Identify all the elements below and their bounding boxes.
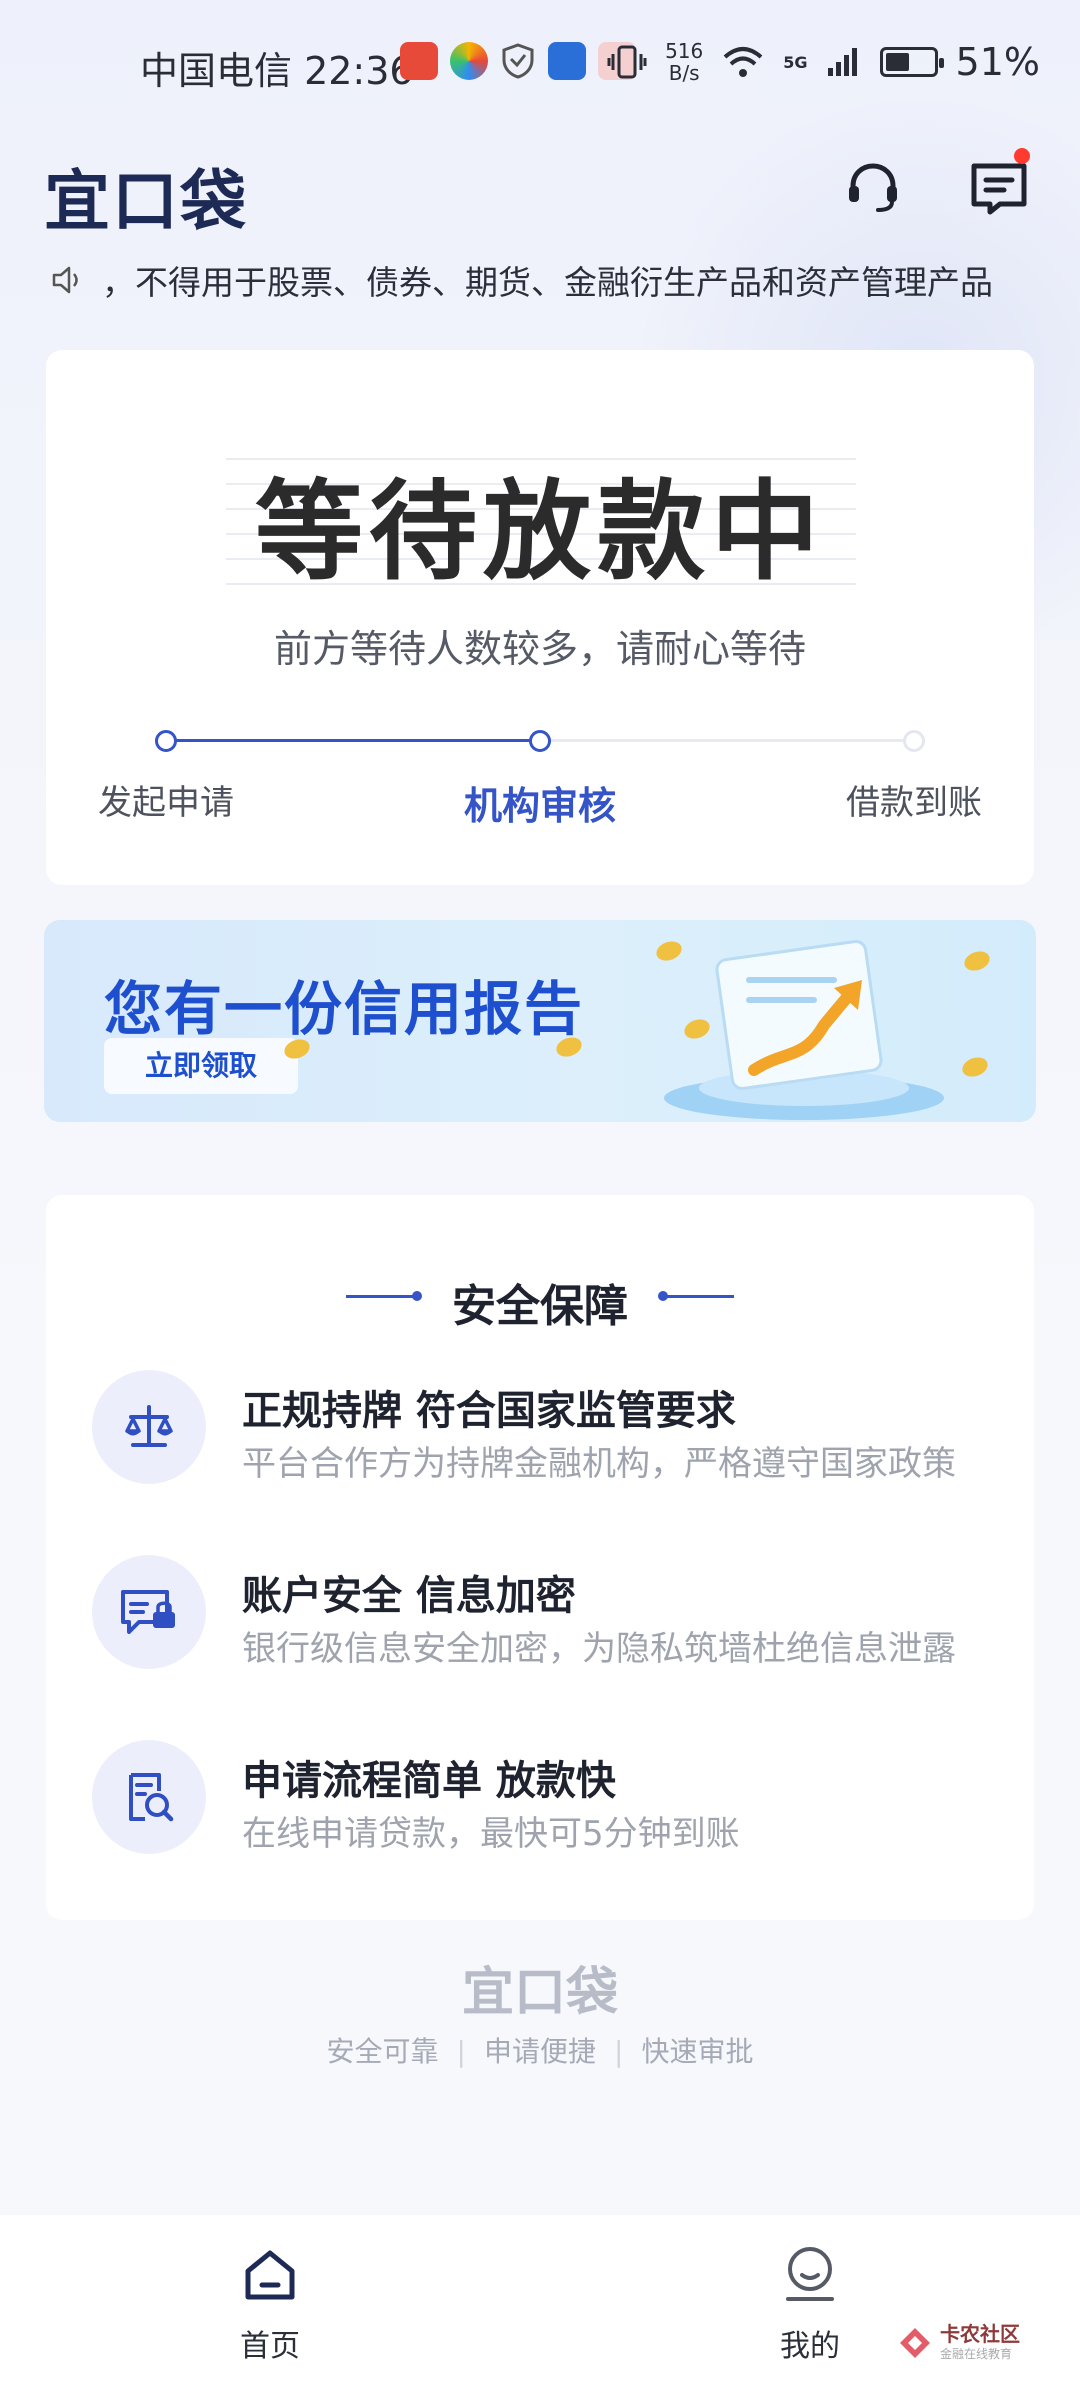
credit-report-banner[interactable]: 您有一份信用报告 立即领取 (44, 920, 1036, 1122)
claim-report-button[interactable]: 立即领取 (104, 1038, 298, 1094)
coin-decoration (959, 1054, 991, 1080)
document-search-icon (92, 1740, 206, 1854)
security-heading: 安全保障 (452, 1281, 628, 1332)
heading-line-right (664, 1295, 734, 1298)
app-notification-icon (548, 42, 586, 80)
security-item: 账户安全 信息加密 银行级信息安全加密，为隐私筑墙杜绝信息泄露 (92, 1555, 1012, 1675)
security-item-title: 申请流程简单 放款快 (242, 1758, 616, 1804)
step-label-apply: 发起申请 (98, 783, 234, 823)
progress-line-done (166, 739, 540, 742)
status-right: 516 B/s 5G 51% (607, 40, 1040, 84)
nav-home-label: 首页 (240, 2329, 300, 2364)
notification-icons (400, 42, 636, 80)
footer-tags: 安全可靠 | 申请便捷 | 快速审批 (0, 2030, 1080, 2070)
footer-logo: 宜口袋 (461, 1963, 618, 2023)
report-chart-illustration (664, 939, 944, 1120)
progress-steps: 发起申请 机构审核 借款到账 (46, 730, 1034, 850)
message-button[interactable] (964, 148, 1034, 222)
security-item: 正规持牌 符合国家监管要求 平台合作方为持牌金融机构，严格遵守国家政策 (92, 1370, 1012, 1490)
carrier-time: 中国电信 22:36 (140, 49, 414, 93)
notice-bar[interactable]: ，不得用于股票、债券、期货、金融衍生产品和资产管理产品 (50, 255, 1040, 305)
profile-icon (786, 2247, 834, 2301)
watermark-subtext: 金融在线教育 (940, 2347, 1013, 2361)
security-item-desc: 在线申请贷款，最快可5分钟到账 (242, 1814, 740, 1854)
page: 中国电信 22:36 516 B/s 5G 51% 宜口袋 ，不得用于股票、债券… (0, 0, 1080, 2400)
home-icon (245, 2250, 295, 2300)
footer-tag: 快速审批 (641, 2035, 754, 2068)
step-label-review: 机构审核 (463, 784, 616, 828)
nav-mine-label: 我的 (780, 2329, 840, 2364)
battery-percent: 51% (955, 40, 1040, 84)
battery-fill (885, 53, 909, 71)
security-item-title: 正规持牌 符合国家监管要求 (242, 1388, 736, 1434)
app-notification-icon (400, 42, 438, 80)
footer-tag: 安全可靠 (326, 2035, 439, 2068)
security-item: 申请流程简单 放款快 在线申请贷款，最快可5分钟到账 (92, 1740, 1012, 1860)
vibrate-icon (607, 45, 647, 79)
security-item-title: 账户安全 信息加密 (242, 1573, 576, 1619)
nav-home[interactable]: 首页 (190, 2245, 350, 2365)
status-title: 等待放款中 (254, 470, 825, 595)
shield-icon (502, 43, 534, 79)
customer-service-button[interactable] (838, 152, 908, 222)
loan-status-card: 等待放款中 前方等待人数较多，请耐心等待 发起申请 机构审核 借款到账 (46, 350, 1034, 885)
security-item-desc: 银行级信息安全加密，为隐私筑墙杜绝信息泄露 (242, 1629, 956, 1669)
app-logo: 宜口袋 (44, 163, 248, 240)
secure-message-icon (92, 1555, 206, 1669)
watermark-text: 卡农社区 (940, 2322, 1020, 2346)
nav-mine[interactable]: 我的 (730, 2245, 890, 2365)
app-notification-icon (450, 42, 488, 80)
step-node-disburse (903, 730, 925, 752)
heading-dot-left (412, 1291, 422, 1301)
step-node-review (529, 730, 551, 752)
scale-icon (92, 1370, 206, 1484)
security-card: 安全保障 正规持牌 符合国家监管要求 平台合作方为持牌金融机构，严格遵守国家政策 (46, 1195, 1034, 1920)
step-node-apply (155, 730, 177, 752)
app-header: 宜口袋 (0, 140, 1080, 250)
wifi-icon (723, 47, 763, 77)
battery-icon (879, 47, 944, 77)
notice-text: ，不得用于股票、债券、期货、金融衍生产品和资产管理产品 (102, 263, 993, 302)
watermark: 卡农社区 金融在线教育 (898, 2323, 1020, 2362)
signal-icon (827, 48, 857, 76)
net-speed: 516 B/s (665, 40, 703, 84)
progress-line-todo (540, 739, 914, 742)
status-subtitle: 前方等待人数较多，请耐心等待 (273, 627, 806, 671)
speaker-icon (52, 266, 78, 294)
tag-separator: | (614, 2035, 624, 2068)
footer-tag: 申请便捷 (483, 2035, 596, 2068)
banner-title: 您有一份信用报告 (104, 975, 585, 1043)
tag-separator: | (456, 2035, 466, 2068)
headset-icon (849, 163, 897, 212)
watermark-logo-icon (900, 2327, 930, 2358)
net-speed-unit: B/s (668, 61, 700, 85)
step-label-disburse: 借款到账 (846, 783, 982, 823)
coin-decoration (961, 948, 993, 974)
bottom-nav: 首页 我的 卡农社区 金融在线教育 (0, 2215, 1080, 2400)
heading-line-left (346, 1295, 416, 1298)
net-speed-value: 516 (665, 39, 704, 63)
network-type: 5G (783, 52, 808, 72)
unread-dot (1014, 148, 1030, 164)
security-item-desc: 平台合作方为持牌金融机构，严格遵守国家政策 (242, 1444, 956, 1484)
status-bar: 中国电信 22:36 516 B/s 5G 51% (0, 0, 1080, 130)
